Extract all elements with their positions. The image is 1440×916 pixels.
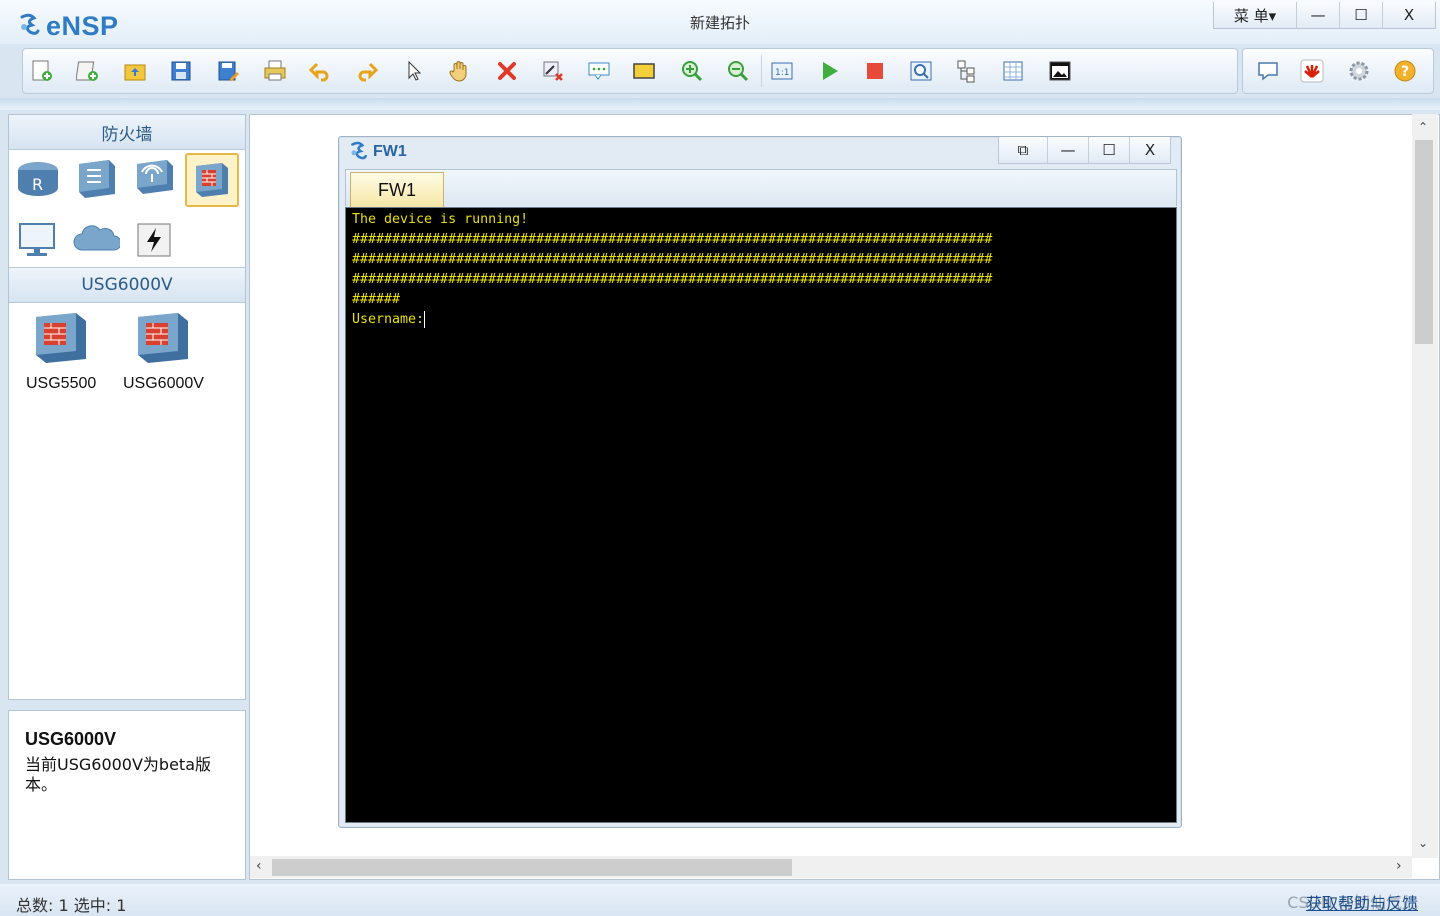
save-icon[interactable] [168,58,194,84]
open-icon[interactable] [122,58,148,84]
rectangle-icon[interactable] [631,58,657,84]
maximize-button[interactable]: ☐ [1339,2,1382,28]
toolbar-separator [761,55,762,87]
router-icon[interactable]: R [13,153,63,203]
section-title: USG6000V [9,267,245,303]
ensp-logo-icon [349,141,369,167]
main-toolbar: 1:1 [22,48,1238,94]
help-feedback-link[interactable]: 获取帮助与反馈 [1306,890,1418,914]
device-panel: 防火墙 R USG6000V USG5500 USG6000V [8,114,246,700]
console-output[interactable]: The device is running! #################… [345,207,1177,823]
terminal-window-controls: ⧉ — ☐ X [998,137,1171,164]
minimize-button[interactable]: — [1296,2,1339,28]
topology-icon[interactable] [954,58,980,84]
chat-icon[interactable] [1255,58,1281,84]
category-title: 防火墙 [9,115,245,150]
window-controls: 菜 单▾ — ☐ X [1213,2,1436,29]
terminal-close-button[interactable]: X [1129,137,1170,163]
text-comment-icon[interactable] [586,58,612,84]
wireless-icon[interactable] [129,153,179,203]
terminal-tab-strip: FW1 [345,169,1177,207]
terminal-maximize-button[interactable]: ☐ [1088,137,1129,163]
stop-device-icon[interactable] [862,58,888,84]
device-label-usg5500: USG5500 [26,375,97,392]
device-label-usg6000v: USG6000V [123,375,204,392]
status-text: 总数: 1 选中: 1 [16,896,127,915]
print-icon[interactable] [262,58,288,84]
snapshot-icon[interactable] [1047,58,1073,84]
title-bar: eNSP 新建拓扑 菜 单▾ — ☐ X [0,0,1440,44]
terminal-window: FW1 ⧉ — ☐ X FW1 The device is running! #… [338,136,1182,828]
settings-gear-icon[interactable] [1346,58,1372,84]
right-toolbar: ? [1242,48,1434,94]
switch-icon[interactable] [71,153,121,203]
status-bar: 总数: 1 选中: 1 CSDN @知仙气儿 获取帮助与反馈 [0,884,1440,916]
select-pointer-icon[interactable] [401,58,427,84]
terminal-minimize-button[interactable]: — [1047,137,1088,163]
scroll-right-icon[interactable]: › [1396,858,1402,874]
username-prompt: Username: [352,312,425,327]
cloud-icon[interactable] [71,215,121,265]
toolbar-band [0,98,1440,110]
description-title: USG6000V [25,729,117,749]
app-name: eNSP [46,10,119,41]
zoom-in-icon[interactable] [679,58,705,84]
scroll-left-icon[interactable]: ‹ [256,858,262,874]
new-topology-icon[interactable] [29,58,55,84]
pan-hand-icon[interactable] [447,58,473,84]
description-text: 当前USG6000V为beta版本。 [25,755,212,794]
delete-icon[interactable] [494,58,520,84]
document-title: 新建拓扑 [689,14,750,32]
zoom-out-icon[interactable] [725,58,751,84]
console-line: ########################################… [352,272,993,287]
capture-icon[interactable] [908,58,934,84]
redo-icon[interactable] [354,58,380,84]
console-line: ########################################… [352,252,993,267]
console-line: ########################################… [352,232,993,247]
start-device-icon[interactable] [816,58,842,84]
firewall-icon[interactable] [185,153,239,207]
help-icon[interactable]: ? [1392,58,1418,84]
usg6000v-device-icon[interactable] [133,309,193,365]
app-logo: eNSP [18,8,119,44]
console-line: ###### [352,292,401,307]
svg-text:?: ? [1401,64,1409,80]
close-button[interactable]: X [1382,2,1435,28]
grid-icon[interactable] [1000,58,1026,84]
main-menu-button[interactable]: 菜 单▾ [1214,2,1296,28]
new-example-icon[interactable] [75,58,101,84]
scroll-down-icon[interactable]: ⌄ [1418,836,1428,850]
fit-view-icon[interactable]: 1:1 [769,58,795,84]
scroll-up-icon[interactable]: ⌃ [1418,120,1428,134]
terminal-title: FW1 [373,143,407,160]
ensp-logo-icon [18,13,42,39]
power-icon[interactable] [129,215,179,265]
horizontal-scroll-thumb[interactable] [272,859,792,876]
svg-text:R: R [32,175,43,194]
console-line: The device is running! [352,212,529,227]
pc-icon[interactable] [13,215,63,265]
tab-fw1[interactable]: FW1 [350,172,444,207]
restore-button[interactable]: ⧉ [999,137,1047,163]
svg-text:1:1: 1:1 [775,68,789,78]
delete-link-icon[interactable] [540,58,566,84]
usg5500-device-icon[interactable] [31,309,91,365]
save-as-icon[interactable] [215,58,241,84]
vertical-scroll-thumb[interactable] [1415,140,1433,344]
undo-icon[interactable] [307,58,333,84]
huawei-icon[interactable] [1299,58,1325,84]
text-cursor [424,310,426,328]
device-description: USG6000V 当前USG6000V为beta版本。 [8,710,246,880]
